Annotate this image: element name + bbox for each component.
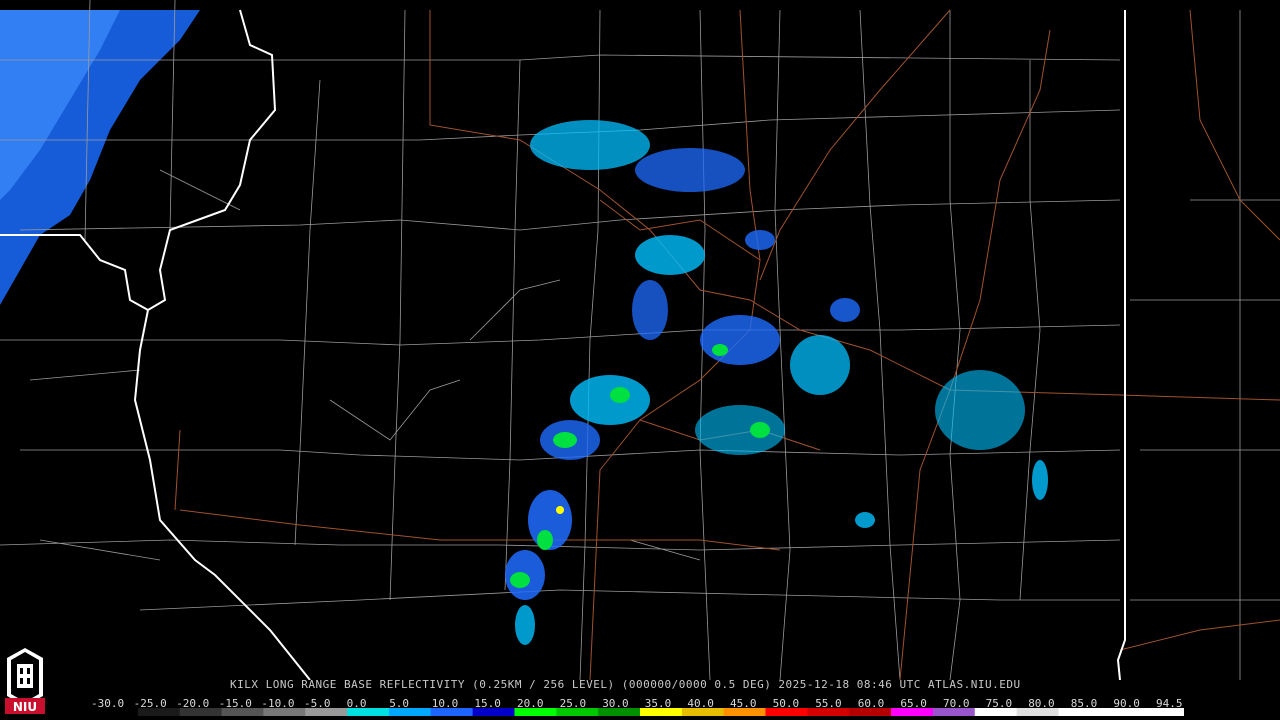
colorbar-segment xyxy=(640,708,683,716)
colorbar-segment xyxy=(1058,708,1101,716)
colorbar-segment xyxy=(556,708,599,716)
colorbar-segment xyxy=(430,708,474,716)
colorbar-segment xyxy=(179,708,223,716)
colorbar-segment xyxy=(305,708,348,716)
colorbar-segment xyxy=(514,708,557,716)
reflectivity-colorbar xyxy=(96,708,1184,716)
colorbar-segment xyxy=(472,708,515,716)
colorbar-segment xyxy=(221,708,264,716)
colorbar-segment xyxy=(891,708,934,716)
colorbar-segment xyxy=(765,708,808,716)
radar-map xyxy=(0,0,1280,680)
colorbar-segment xyxy=(1016,708,1059,716)
state-borders xyxy=(0,9,1126,680)
colorbar-segment xyxy=(932,708,976,716)
county-borders xyxy=(0,0,1280,680)
logo-text: NIU xyxy=(13,700,37,714)
colorbar-segment xyxy=(263,708,306,716)
colorbar-segment xyxy=(1100,708,1143,716)
colorbar-segment xyxy=(807,708,850,716)
precipitation-echoes xyxy=(505,120,1048,645)
product-caption: KILX LONG RANGE BASE REFLECTIVITY (0.25K… xyxy=(230,678,1021,691)
colorbar-segment xyxy=(388,708,432,716)
colorbar-segment xyxy=(598,708,641,716)
colorbar-segment xyxy=(347,708,390,716)
colorbar-segment xyxy=(723,708,767,716)
colorbar-segment xyxy=(849,708,892,716)
colorbar-segment xyxy=(1142,708,1184,716)
colorbar-segment xyxy=(974,708,1018,716)
colorbar-segment xyxy=(96,708,139,716)
niu-logo: NIU xyxy=(3,646,47,716)
colorbar-segment xyxy=(681,708,725,716)
colorbar-segment xyxy=(137,708,181,716)
